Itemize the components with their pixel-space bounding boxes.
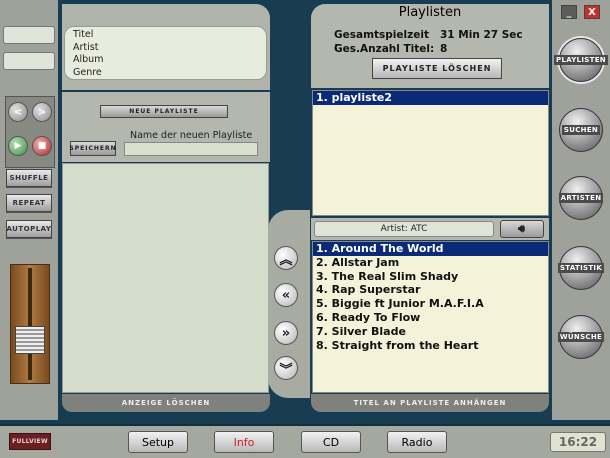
nav-artists-circle: ARTISTEN: [558, 176, 604, 220]
artist-filter-label: Artist: ATC: [314, 221, 494, 237]
nav-artists-label: ARTISTEN: [558, 193, 604, 203]
play-icon: ▶: [14, 141, 22, 151]
nav-search-button[interactable]: SUCHEN: [556, 105, 606, 155]
nav-statistics-button[interactable]: STATISTIK: [556, 243, 606, 293]
nav-artists-button[interactable]: ARTISTEN: [556, 173, 606, 223]
next-button[interactable]: >: [32, 102, 52, 122]
speaker-icon: 🔊︎: [518, 222, 526, 235]
move-bottom-button[interactable]: ︾: [274, 356, 298, 380]
total-time-value: 31 Min 27 Sec: [440, 29, 523, 41]
move-top-button[interactable]: ︽: [274, 246, 298, 270]
autoplay-button[interactable]: AUTOPLAY: [6, 220, 52, 238]
speaker-button[interactable]: 🔊︎: [500, 220, 544, 238]
info-button[interactable]: Info: [214, 431, 274, 453]
new-playlist-button[interactable]: NEUE PLAYLISTE: [100, 105, 228, 118]
fullview-button[interactable]: FULLVIEW: [9, 433, 51, 450]
close-button[interactable]: X: [584, 5, 600, 19]
nav-wishes-circle: WÜNSCHE: [557, 315, 605, 359]
new-playlist-name-label: Name der neuen Playliste: [130, 130, 253, 141]
minimize-button[interactable]: _: [561, 5, 577, 19]
stop-button[interactable]: ■: [32, 136, 52, 156]
table-row[interactable]: 4. Rap Superstar: [313, 283, 548, 297]
nav-statistics-label: STATISTIK: [557, 263, 605, 273]
track-metadata-box: Titel Artist Album Genre: [64, 26, 267, 80]
nav-search-circle: SUCHEN: [559, 108, 603, 152]
shuffle-button[interactable]: SHUFFLE: [6, 169, 52, 187]
total-count-value: 8: [440, 43, 448, 55]
radio-button[interactable]: Radio: [387, 431, 447, 453]
table-row[interactable]: 3. The Real Slim Shady: [313, 270, 548, 284]
table-row[interactable]: 6. Ready To Flow: [313, 311, 548, 325]
move-left-button[interactable]: «: [274, 283, 298, 307]
double-chevron-down-icon: ︾: [279, 362, 293, 378]
table-row[interactable]: 7. Silver Blade: [313, 325, 548, 339]
minimize-icon: _: [566, 6, 572, 18]
nav-playlists-label: PLAYLISTEN: [554, 55, 608, 65]
next-icon: >: [37, 106, 47, 118]
double-chevron-left-icon: «: [281, 287, 291, 303]
metadata-album-label: Album: [73, 54, 104, 65]
total-count-label: Ges.Anzahl Titel:: [334, 43, 435, 55]
clock-display: 16:22: [550, 432, 606, 452]
stop-icon: ■: [37, 141, 47, 151]
playlist-list: 1. playliste2: [312, 90, 549, 216]
double-chevron-up-icon: ︽: [279, 252, 293, 268]
search-results-area[interactable]: [62, 163, 269, 393]
delete-playlist-button[interactable]: PLAYLISTE LÖSCHEN: [372, 58, 502, 79]
repeat-button[interactable]: REPEAT: [6, 194, 52, 212]
clear-display-button[interactable]: ANZEIGE LÖSCHEN: [62, 394, 270, 412]
list-item[interactable]: 1. playliste2: [313, 91, 548, 105]
playlists-title: Playlisten: [398, 5, 462, 20]
left-top-field-1: [3, 26, 55, 44]
table-row[interactable]: 8. Straight from the Heart: [313, 339, 548, 353]
metadata-artist-label: Artist: [73, 41, 99, 53]
play-button[interactable]: ▶: [8, 136, 28, 156]
volume-slider-groove: [28, 268, 32, 380]
metadata-title-label: Titel: [73, 29, 94, 40]
nav-playlists-circle: PLAYLISTEN: [554, 38, 608, 82]
new-playlist-name-input[interactable]: [124, 142, 258, 156]
left-top-field-2: [3, 52, 55, 70]
track-list: 1. Around The World 2. Allstar Jam 3. Th…: [312, 241, 549, 393]
cd-button[interactable]: CD: [301, 431, 361, 453]
save-button[interactable]: SPEICHERN: [69, 141, 116, 156]
volume-slider-handle[interactable]: [15, 326, 45, 354]
previous-button[interactable]: <: [8, 102, 28, 122]
setup-button[interactable]: Setup: [128, 431, 188, 453]
nav-wishes-label: WÜNSCHE: [557, 332, 605, 342]
table-row[interactable]: 5. Biggie ft Junior M.A.F.I.A: [313, 297, 548, 311]
nav-statistics-circle: STATISTIK: [557, 246, 605, 290]
close-icon: X: [588, 6, 596, 18]
double-chevron-right-icon: »: [281, 325, 291, 341]
previous-icon: <: [13, 106, 23, 118]
nav-wishes-button[interactable]: WÜNSCHE: [556, 312, 606, 362]
table-row[interactable]: 1. Around The World: [313, 242, 548, 256]
table-row[interactable]: 2. Allstar Jam: [313, 256, 548, 270]
nav-search-label: SUCHEN: [561, 125, 601, 135]
append-to-playlist-button[interactable]: TITEL AN PLAYLISTE ANHÄNGEN: [311, 394, 549, 412]
move-right-button[interactable]: »: [274, 321, 298, 345]
metadata-genre-label: Genre: [73, 66, 102, 78]
nav-playlists-button[interactable]: PLAYLISTEN: [554, 35, 608, 85]
